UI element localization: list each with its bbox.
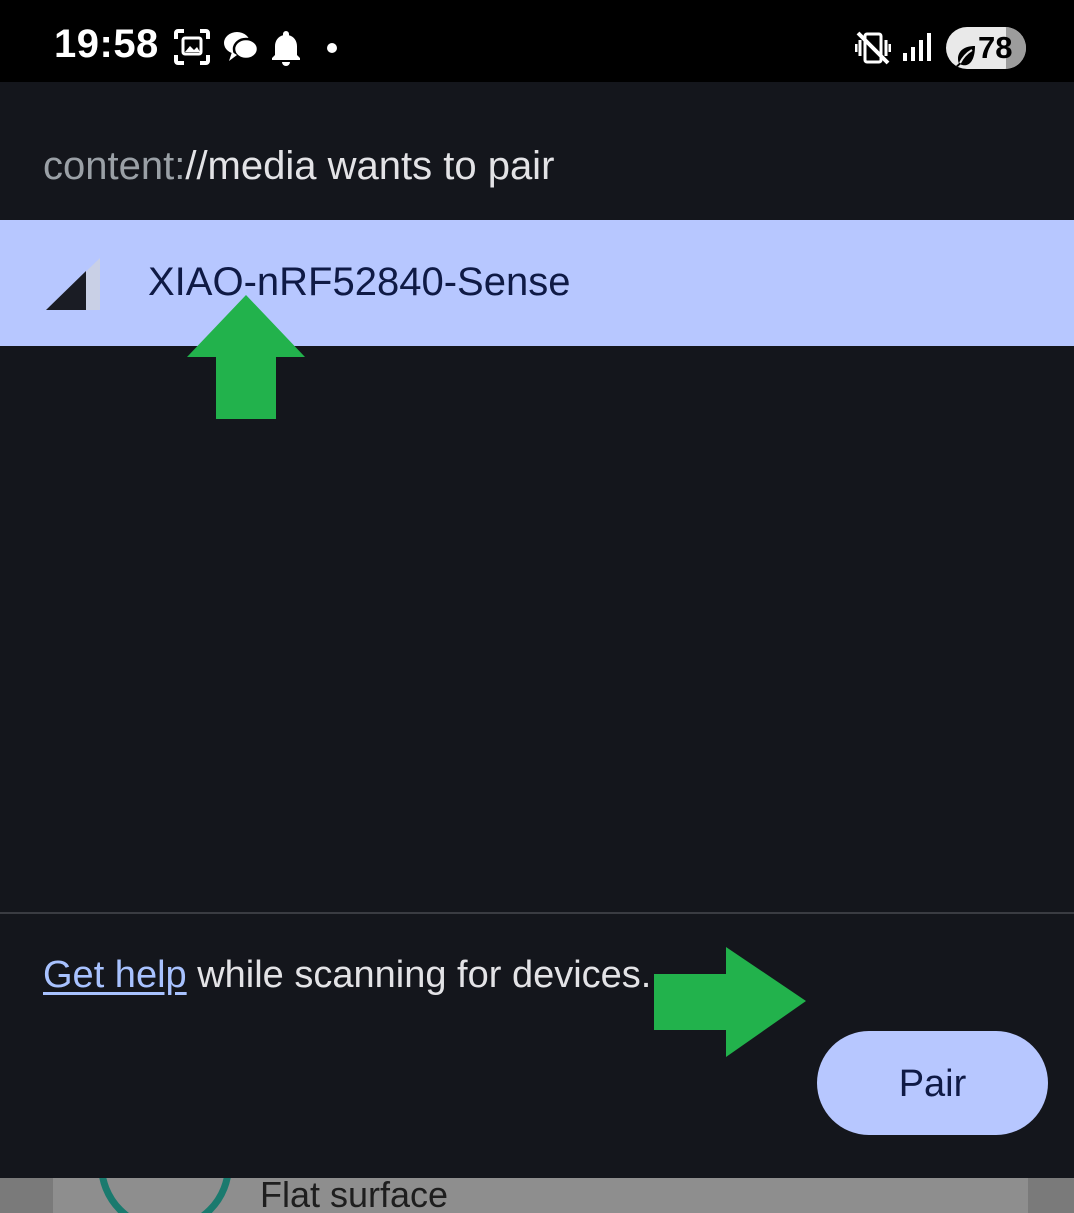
pair-dialog: content://media wants to pair XIAO-nRF52… (0, 82, 1074, 1178)
dialog-title-text: //media wants to pair (185, 144, 555, 188)
status-bar: 19:58 78 (0, 0, 1074, 82)
screenshot-icon (173, 28, 211, 71)
battery-saver-leaf-icon (954, 36, 978, 69)
help-status-line: Get help while scanning for devices... (43, 954, 672, 997)
chat-bubbles-icon (222, 28, 260, 71)
signal-bars-icon (902, 31, 934, 68)
dialog-title-scheme: content: (43, 144, 186, 188)
battery-indicator: 78 (946, 27, 1026, 69)
arrow-right-icon (654, 947, 806, 1062)
pair-button[interactable]: Pair (817, 1031, 1048, 1135)
status-time: 19:58 (54, 22, 159, 66)
background-circle-icon (98, 1178, 232, 1213)
scanning-status-text: while scanning for devices... (186, 954, 673, 996)
arrow-up-icon (187, 295, 305, 424)
vibrate-icon (854, 30, 892, 71)
bell-icon (270, 28, 302, 71)
signal-strength-icon (46, 258, 100, 315)
dialog-title: content://media wants to pair (43, 144, 554, 189)
get-help-link[interactable]: Get help (43, 954, 187, 996)
divider (0, 912, 1074, 914)
background-label: Flat surface (260, 1178, 449, 1213)
device-list-item[interactable]: XIAO-nRF52840-Sense (0, 220, 1074, 346)
dot-icon (326, 41, 338, 59)
battery-percent: 78 (978, 30, 1013, 65)
background-app: Flat surface (0, 1178, 1074, 1213)
